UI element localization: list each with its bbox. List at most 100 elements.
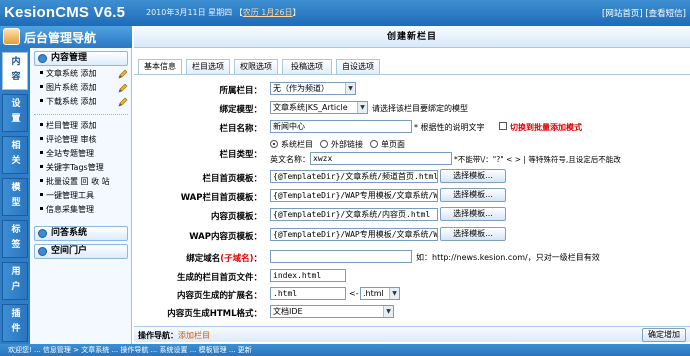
tab-submission-options[interactable]: 投稿选项 bbox=[282, 59, 332, 74]
html-format-select[interactable]: 文档IDE ▼ bbox=[270, 305, 394, 318]
nav-item-onekey: 一键管理工具 bbox=[40, 190, 132, 202]
onekey-tool-link[interactable]: 一键管理工具 bbox=[46, 191, 94, 200]
tab-permission-options[interactable]: 权限选项 bbox=[234, 59, 278, 74]
recycle-bin-link[interactable]: 回 收 站 bbox=[81, 177, 110, 186]
column-name-input[interactable]: 新闻中心 bbox=[270, 120, 412, 133]
admin-avatar-icon bbox=[3, 28, 20, 45]
vtab-users[interactable]: 用户 bbox=[2, 262, 28, 300]
nav-item-topic-mgmt: 全站专题管理 bbox=[40, 148, 132, 160]
parent-label: 所属栏目： bbox=[219, 86, 262, 96]
tags-mgmt-link[interactable]: 关键字Tags管理 bbox=[46, 163, 104, 172]
batch-mode-checkbox[interactable] bbox=[499, 122, 507, 130]
tab-basic-info[interactable]: 基本信息 bbox=[138, 59, 182, 74]
index-file-input[interactable]: index.html bbox=[270, 269, 346, 282]
article-system-link[interactable]: 文章系统 bbox=[46, 69, 78, 78]
nav-group-space[interactable]: 空间门户 bbox=[34, 244, 128, 259]
operation-nav: 操作导航：添加栏目 bbox=[138, 330, 210, 341]
english-name-input[interactable]: xwzx bbox=[310, 152, 452, 165]
topic-mgmt-link[interactable]: 全站专题管理 bbox=[46, 149, 94, 158]
wap-content-template-select-button[interactable]: 选择模板... bbox=[440, 227, 506, 241]
nav-group-content[interactable]: 内容管理 bbox=[34, 51, 128, 66]
tab-custom-options[interactable]: 自设选项 bbox=[336, 59, 380, 74]
vtab-settings[interactable]: 设置 bbox=[2, 94, 28, 132]
page-title: 创建新栏目 bbox=[134, 26, 690, 48]
nav-title: 后台管理导航 bbox=[24, 31, 97, 45]
vtab-model[interactable]: 模型 bbox=[2, 178, 28, 216]
vtab-related[interactable]: 相关 bbox=[2, 136, 28, 174]
nav-item-comment-mgmt: 评论管理 审核 bbox=[40, 134, 132, 146]
column-add-link[interactable]: 添加 bbox=[81, 121, 97, 130]
vertical-tab-bar: 内容 设置 相关 模型 标签 用户 插件 bbox=[0, 48, 30, 356]
type-option-external: 外部链接 bbox=[331, 140, 363, 149]
comment-mgmt-link[interactable]: 评论管理 bbox=[46, 135, 78, 144]
top-link-bracket: ] bbox=[682, 9, 686, 19]
bullet-icon bbox=[40, 71, 43, 74]
lunar-date-link[interactable]: 农历 1月26日 bbox=[243, 8, 293, 17]
tab-column-options[interactable]: 栏目选项 bbox=[186, 59, 230, 74]
download-system-link[interactable]: 下载系统 bbox=[46, 97, 78, 106]
article-add-link[interactable]: 添加 bbox=[81, 69, 97, 78]
picture-system-link[interactable]: 图片系统 bbox=[46, 83, 78, 92]
wap-content-template-label: WAP内容页模板： bbox=[189, 232, 262, 242]
batch-settings-link[interactable]: 批量设置 bbox=[46, 177, 78, 186]
edit-pencil-icon[interactable] bbox=[118, 69, 128, 79]
model-select[interactable]: 文章系统|KS_Article ▼ bbox=[270, 101, 368, 114]
vtab-content[interactable]: 内容 bbox=[2, 52, 28, 90]
nav-group-qa[interactable]: 问答系统 bbox=[34, 226, 128, 241]
parent-select[interactable]: 无（作为频道） ▼ bbox=[270, 82, 356, 95]
type-radio-system[interactable] bbox=[270, 140, 278, 148]
edit-pencil-icon[interactable] bbox=[118, 97, 128, 107]
confirm-add-button[interactable]: 确定增加 bbox=[642, 328, 686, 342]
column-mgmt-link[interactable]: 栏目管理 bbox=[46, 121, 78, 130]
bullet-icon bbox=[40, 165, 43, 168]
content-template-select-button[interactable]: 选择模板... bbox=[440, 207, 506, 221]
domain-label-main: 绑定域名 bbox=[186, 254, 221, 264]
site-home-link[interactable]: [网站首页] bbox=[602, 9, 643, 19]
extension-select[interactable]: .html ▼ bbox=[360, 287, 400, 300]
edit-pencil-icon[interactable] bbox=[118, 83, 128, 93]
wap-index-template-input[interactable]: {@TemplateDir}/WAP专用模板/文章系统/W bbox=[270, 189, 438, 202]
index-template-input[interactable]: {@TemplateDir}/文章系统/频道首页.html bbox=[270, 170, 438, 183]
nav-item-collect: 信息采集管理 bbox=[40, 204, 132, 216]
picture-add-link[interactable]: 添加 bbox=[81, 83, 97, 92]
bullet-icon bbox=[40, 137, 43, 140]
type-radio-external[interactable] bbox=[320, 140, 328, 148]
nav-group-label: 空间门户 bbox=[51, 246, 88, 256]
download-add-link[interactable]: 添加 bbox=[81, 97, 97, 106]
wap-content-template-input[interactable]: {@TemplateDir}/WAP专用模板/文章系统/W bbox=[270, 228, 438, 241]
chevron-down-icon: ▼ bbox=[357, 102, 367, 113]
bullet-icon bbox=[40, 193, 43, 196]
nav-item-picture: 图片系统 添加 bbox=[40, 82, 132, 94]
nav-item-download: 下载系统 添加 bbox=[40, 96, 132, 108]
domain-label: 绑定域名(子域名)： bbox=[134, 252, 262, 264]
batch-mode-label[interactable]: 切换到批量添加模式 bbox=[510, 122, 582, 133]
date-text: 2010年3月11日 星期四 【农历 1月26日】 bbox=[146, 8, 301, 17]
footer-bar: 欢迎您! ... 信息管理 > 文章系统 ... 操作导航 ... 系统设置 .… bbox=[0, 344, 690, 356]
add-column-link[interactable]: 添加栏目 bbox=[178, 331, 210, 340]
domain-hint: 如：http://news.kesion.com/，只对一级栏目有效 bbox=[416, 253, 600, 262]
operation-bar: 操作导航：添加栏目 确定增加 bbox=[134, 326, 690, 342]
wap-index-template-select-button[interactable]: 选择模板... bbox=[440, 188, 506, 202]
type-radio-single[interactable] bbox=[370, 140, 378, 148]
comment-review-link[interactable]: 审核 bbox=[81, 135, 97, 144]
group-icon bbox=[38, 229, 47, 238]
column-name-label: 栏目名称： bbox=[219, 124, 262, 134]
domain-label-end: ： bbox=[253, 254, 262, 264]
content-template-input[interactable]: {@TemplateDir}/文章系统/内容页.html bbox=[270, 208, 438, 221]
nav-item-column-mgmt: 栏目管理 添加 bbox=[40, 120, 132, 132]
domain-input[interactable] bbox=[270, 250, 412, 263]
index-template-select-button[interactable]: 选择模板... bbox=[440, 169, 506, 183]
collect-mgmt-link[interactable]: 信息采集管理 bbox=[46, 205, 94, 214]
english-name-hint: *不能带\/："?" < > | 等特殊符号,且设定后不能改 bbox=[454, 155, 621, 164]
extension-input[interactable]: .html bbox=[270, 287, 346, 300]
english-name-label: 英文名称： bbox=[270, 155, 310, 164]
date-value: 2010年3月11日 星期四 bbox=[146, 8, 233, 17]
nav-item-batch: 批量设置 回 收 站 bbox=[40, 176, 132, 188]
type-option-single: 单页面 bbox=[381, 140, 405, 149]
view-messages-link[interactable]: [查看短信 bbox=[645, 9, 682, 19]
model-label: 绑定模型： bbox=[219, 105, 262, 115]
operation-nav-label: 操作导航： bbox=[138, 331, 178, 340]
vtab-plugins[interactable]: 插件 bbox=[2, 304, 28, 342]
vtab-labels[interactable]: 标签 bbox=[2, 220, 28, 258]
html-format-value: 文档IDE bbox=[273, 307, 303, 316]
